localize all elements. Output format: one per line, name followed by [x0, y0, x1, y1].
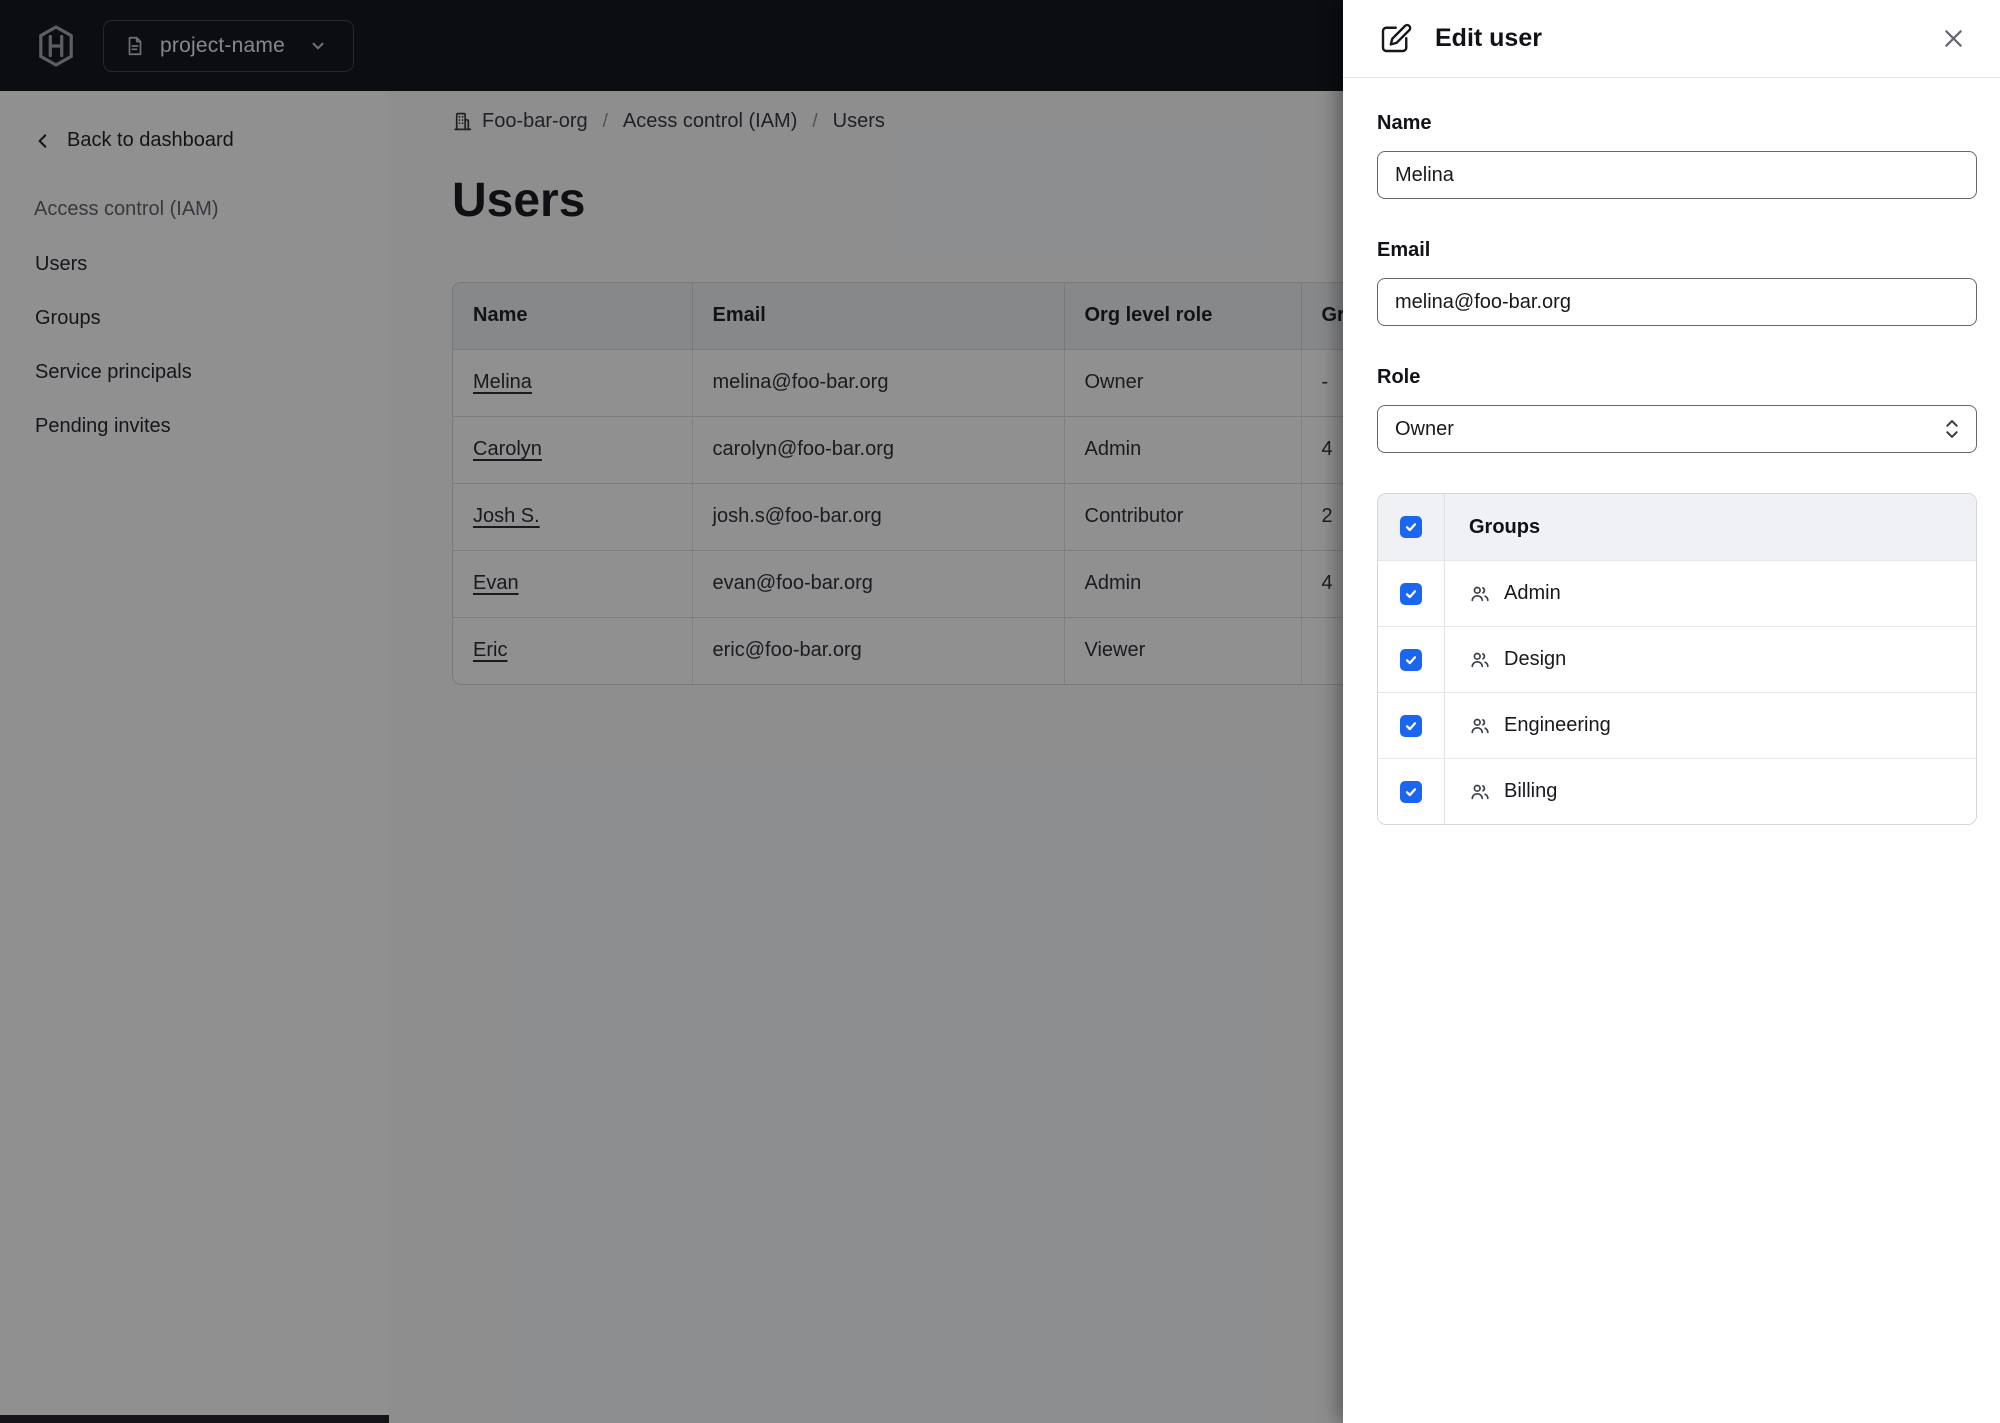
role-field-label: Role [1377, 366, 1421, 388]
checkmark-icon [1405, 787, 1417, 796]
checkmark-icon [1405, 655, 1417, 664]
close-icon [1944, 30, 1962, 47]
checkmark-icon [1405, 721, 1417, 730]
users-group-icon [1471, 652, 1489, 667]
name-field-group: Name [1377, 112, 1977, 199]
group-label: Admin [1504, 582, 1561, 604]
group-row-engineering: Engineering [1378, 692, 1976, 758]
email-field-group: Email [1377, 239, 1977, 326]
checkmark-icon [1405, 523, 1417, 532]
users-group-icon [1471, 718, 1489, 733]
close-drawer-button[interactable] [1936, 22, 1970, 56]
select-all-groups-checkbox[interactable] [1400, 516, 1422, 538]
email-field[interactable] [1377, 278, 1977, 326]
group-label: Design [1504, 648, 1567, 670]
edit-pencil-square-icon [1381, 23, 1412, 52]
group-row-billing: Billing [1378, 758, 1976, 824]
group-row-design: Design [1378, 626, 1976, 692]
role-select[interactable]: Owner [1377, 405, 1977, 453]
group-checkbox-admin[interactable] [1400, 582, 1422, 605]
group-checkbox-design[interactable] [1400, 648, 1422, 671]
checkmark-icon [1405, 589, 1417, 598]
role-select-value: Owner [1395, 417, 1454, 440]
group-checkbox-engineering[interactable] [1400, 714, 1422, 737]
group-label: Engineering [1504, 714, 1611, 736]
group-label: Billing [1504, 780, 1558, 802]
drawer-title: Edit user [1435, 24, 1542, 52]
users-group-icon [1471, 586, 1489, 601]
group-row-admin: Admin [1378, 560, 1976, 626]
groups-header-label: Groups [1469, 515, 1541, 538]
name-field[interactable] [1377, 151, 1977, 199]
group-checkbox-billing[interactable] [1400, 780, 1422, 803]
email-field-label: Email [1377, 239, 1431, 261]
drawer-body: Name Email Role Owner [1343, 78, 2000, 825]
groups-panel: Groups Admin Design Engineering Billing [1377, 493, 1977, 825]
drawer-header: Edit user [1343, 0, 2000, 78]
edit-user-drawer: Edit user Name Email Role Owner [1343, 0, 2000, 1423]
role-field-group: Role Owner [1377, 366, 1977, 453]
users-group-icon [1471, 784, 1489, 799]
app-root: project-name Back to dashboard Access co… [0, 0, 2000, 1423]
groups-header-row: Groups [1378, 494, 1976, 560]
name-field-label: Name [1377, 112, 1432, 134]
select-stepper-icon [1946, 420, 1958, 438]
